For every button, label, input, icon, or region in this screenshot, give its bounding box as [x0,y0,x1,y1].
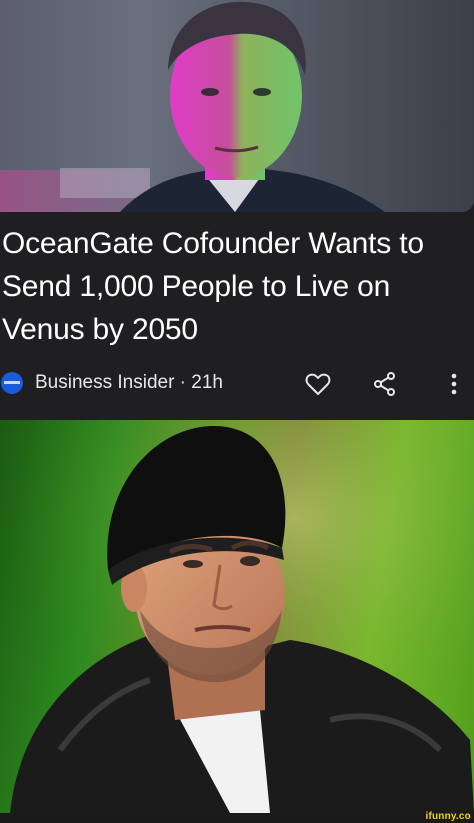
reaction-image [0,420,474,813]
bottom-strip: ifunny.co [0,811,474,823]
man-in-beanie-image [0,420,474,813]
article-meta-row: Business Insider · 21h [0,362,474,406]
article-headline[interactable]: OceanGate Cofounder Wants to Send 1,000 … [2,222,468,351]
heart-icon[interactable] [302,368,334,400]
source-and-time[interactable]: Business Insider · 21h [35,372,223,394]
man-portrait-image [0,1,385,212]
article-thumbnail[interactable] [0,0,474,212]
news-article-card[interactable]: OceanGate Cofounder Wants to Send 1,000 … [0,0,474,420]
business-insider-logo-icon [1,372,23,394]
share-icon[interactable] [369,368,401,400]
more-vert-icon[interactable] [438,368,470,400]
ifunny-watermark: ifunny.co [425,811,471,822]
